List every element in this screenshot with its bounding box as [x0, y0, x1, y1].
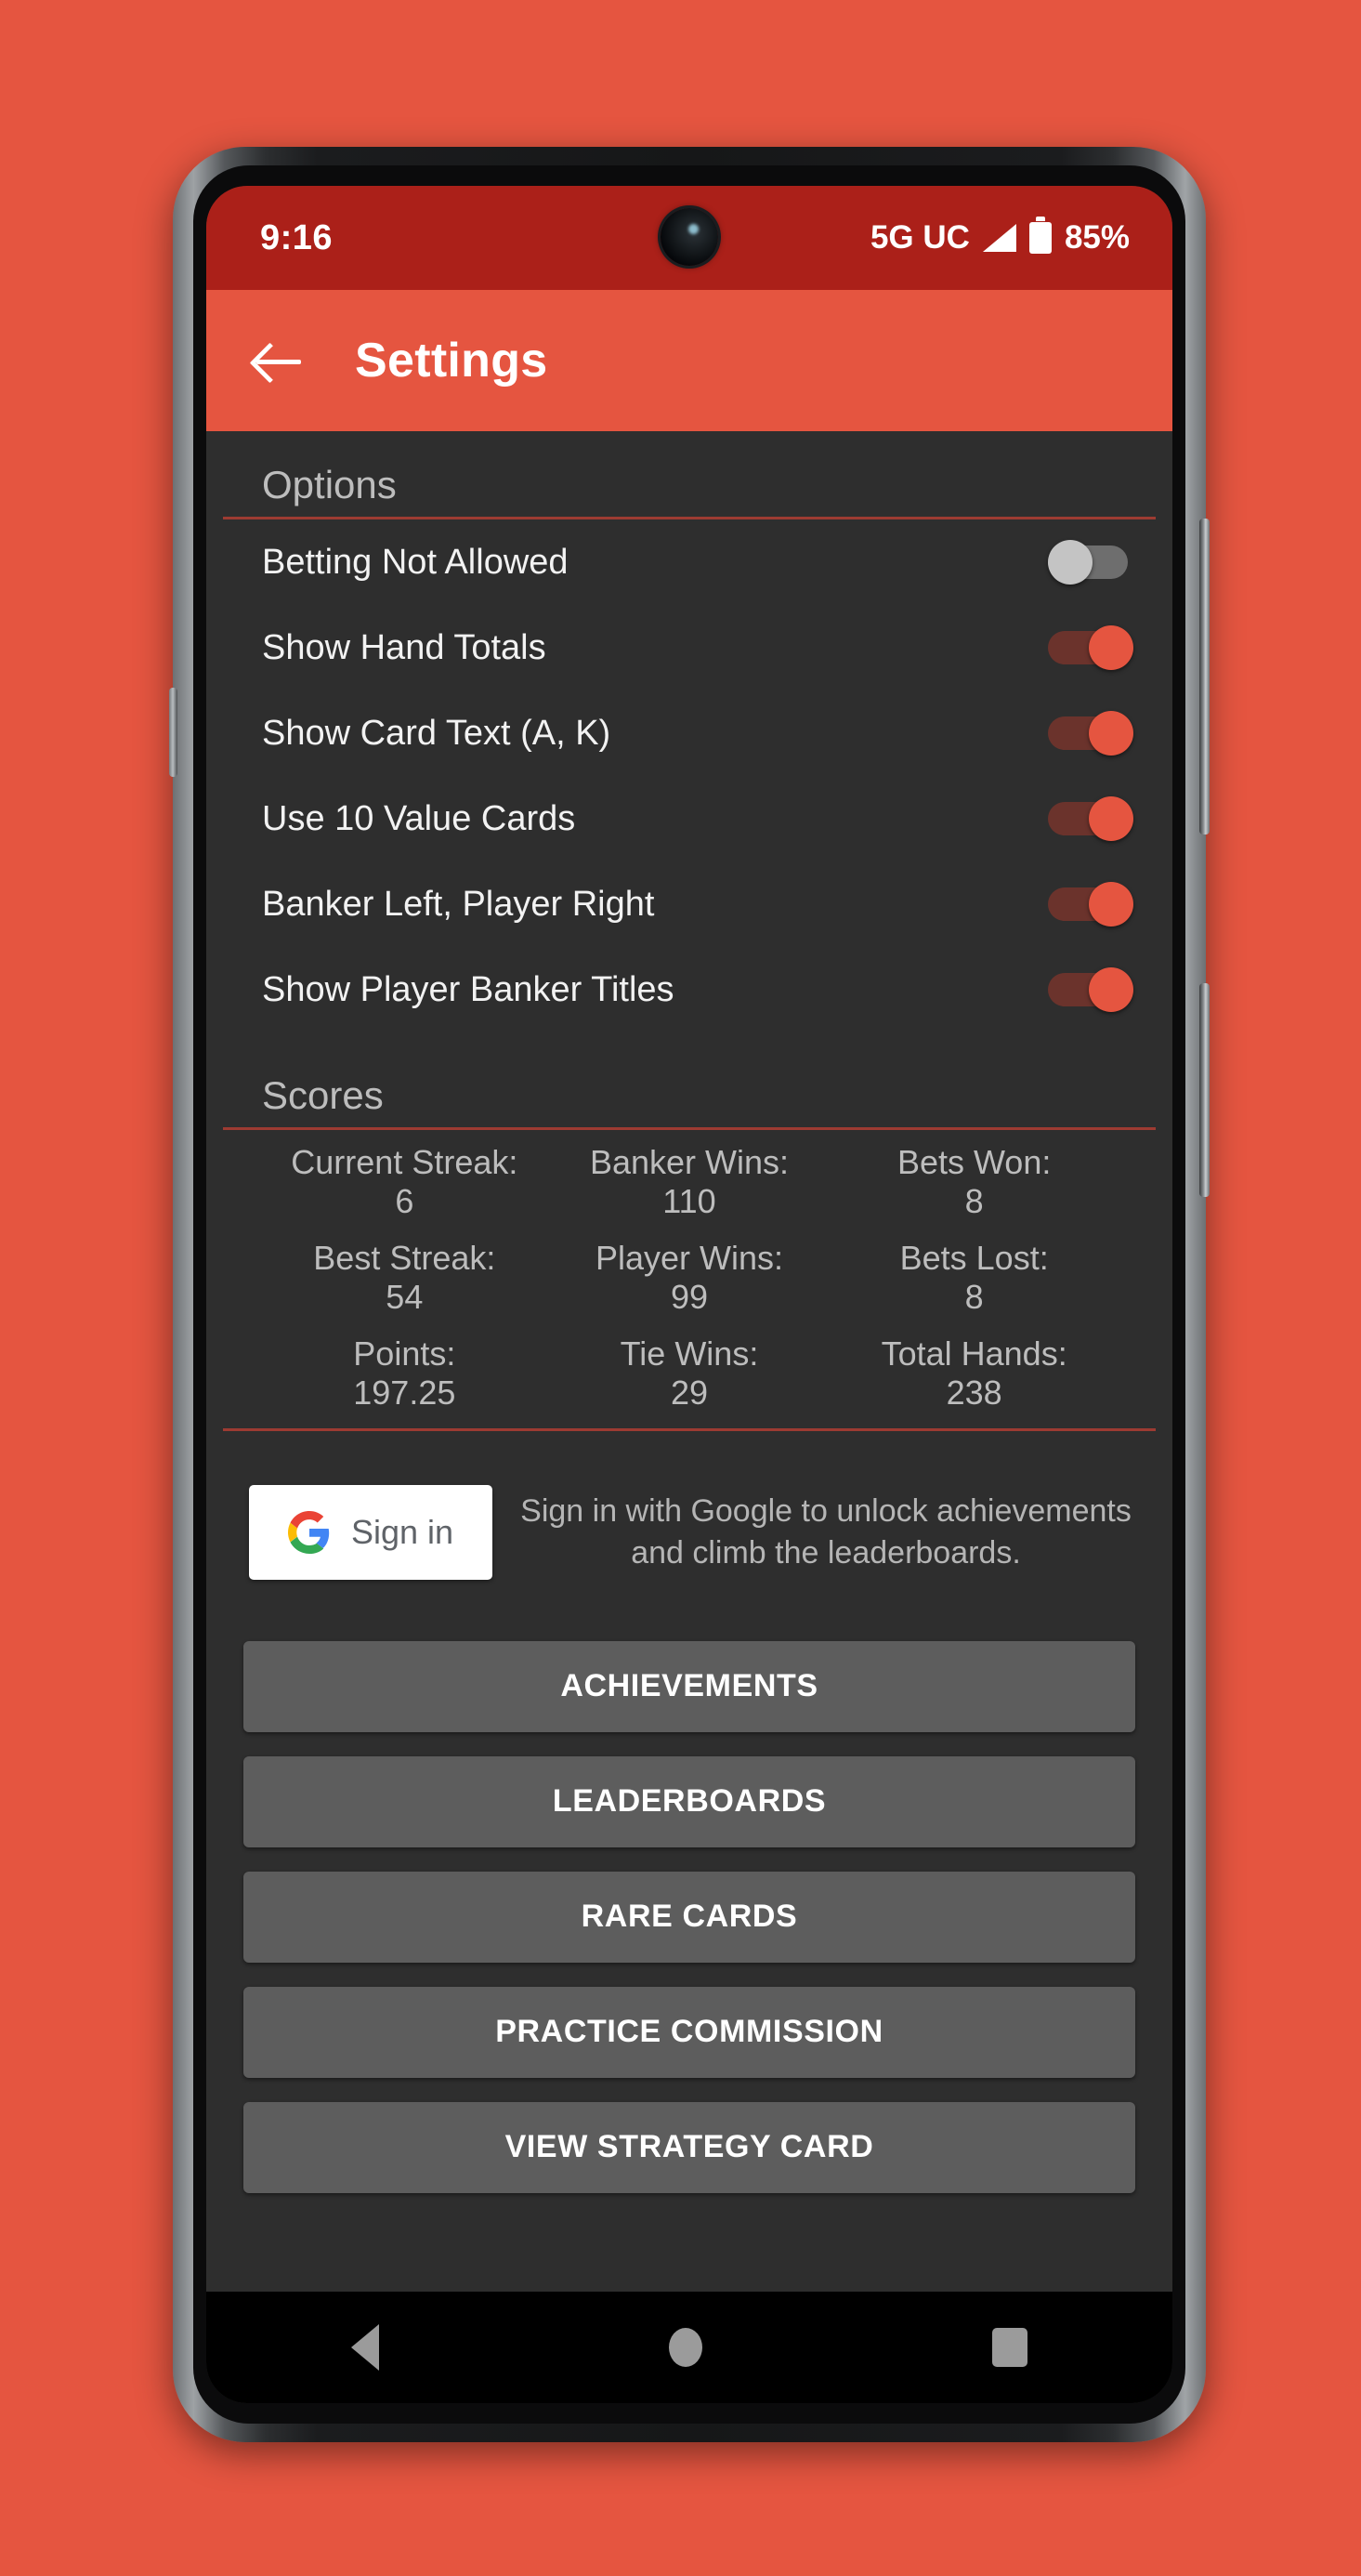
toggle-thumb	[1089, 796, 1133, 841]
score-value: 54	[386, 1278, 424, 1317]
toggle-banker-left-player-right[interactable]	[1048, 882, 1133, 927]
score-cell-bets-won: Bets Won: 8	[831, 1143, 1117, 1222]
signal-triangle-icon	[982, 224, 1016, 252]
google-g-icon	[287, 1510, 331, 1554]
option-label: Banker Left, Player Right	[262, 884, 655, 924]
score-value: 99	[670, 1278, 709, 1317]
option-row-show-card-text[interactable]: Show Card Text (A, K)	[223, 690, 1156, 776]
score-value: 8	[964, 1182, 984, 1221]
google-signin-block: Sign in Sign in with Google to unlock ac…	[206, 1431, 1172, 1580]
option-label: Betting Not Allowed	[262, 542, 569, 582]
option-row-show-player-banker-titles[interactable]: Show Player Banker Titles	[223, 947, 1156, 1032]
options-list: Betting Not Allowed Show Hand Totals Sho…	[206, 519, 1172, 1032]
score-cell-banker-wins: Banker Wins: 110	[547, 1143, 832, 1222]
view-strategy-card-button[interactable]: VIEW STRATEGY CARD	[243, 2101, 1135, 2193]
score-value: 8	[964, 1278, 984, 1317]
power-button[interactable]	[1199, 983, 1210, 1197]
page-title: Settings	[355, 334, 548, 388]
rare-cards-button[interactable]: RARE CARDS	[243, 1871, 1135, 1963]
volume-rocker-button[interactable]	[1199, 519, 1210, 835]
google-signin-button[interactable]: Sign in	[249, 1484, 492, 1580]
nav-home-icon[interactable]	[669, 2328, 702, 2367]
toggle-thumb	[1089, 967, 1133, 1012]
option-label: Show Player Banker Titles	[262, 969, 674, 1009]
status-bar: 9:16 5G UC 85%	[206, 186, 1172, 290]
score-label: Banker Wins:	[589, 1143, 790, 1181]
practice-commission-button[interactable]: PRACTICE COMMISSION	[243, 1986, 1135, 2078]
android-nav-bar	[206, 2292, 1172, 2403]
battery-icon	[1028, 217, 1052, 254]
phone-frame: 9:16 5G UC 85% Settings Options Betting …	[169, 147, 1210, 2442]
leaderboards-button[interactable]: LEADERBOARDS	[243, 1755, 1135, 1847]
score-label: Bets Lost:	[899, 1238, 1049, 1277]
toggle-thumb	[1089, 882, 1133, 927]
signin-description: Sign in with Google to unlock achievemen…	[520, 1492, 1132, 1571]
scores-grid: Current Streak: 6 Banker Wins: 110 Bets …	[223, 1130, 1156, 1431]
options-section-header: Options	[223, 431, 1156, 519]
back-arrow-icon[interactable]	[251, 333, 307, 388]
score-label: Total Hands:	[881, 1334, 1067, 1373]
score-cell-tie-wins: Tie Wins: 29	[547, 1334, 832, 1413]
score-label: Points:	[353, 1334, 456, 1373]
toggle-thumb	[1048, 540, 1093, 585]
score-label: Tie Wins:	[620, 1334, 759, 1373]
nav-back-icon[interactable]	[351, 2324, 379, 2371]
front-camera-punch-hole	[661, 208, 718, 266]
toggle-thumb	[1089, 711, 1133, 756]
phone-bezel: 9:16 5G UC 85% Settings Options Betting …	[193, 165, 1185, 2424]
option-label: Show Card Text (A, K)	[262, 713, 611, 753]
option-label: Show Hand Totals	[262, 627, 546, 667]
score-label: Player Wins:	[595, 1238, 784, 1277]
scores-section-header: Scores	[223, 1042, 1156, 1130]
settings-content: Options Betting Not Allowed Show Hand To…	[206, 431, 1172, 2193]
score-cell-points: Points: 197.25	[262, 1334, 547, 1413]
achievements-button[interactable]: ACHIEVEMENTS	[243, 1640, 1135, 1732]
option-label: Use 10 Value Cards	[262, 798, 576, 838]
toggle-show-player-banker-titles[interactable]	[1048, 967, 1133, 1012]
score-label: Bets Won:	[896, 1143, 1052, 1181]
toggle-thumb	[1089, 625, 1133, 670]
phone-screen: 9:16 5G UC 85% Settings Options Betting …	[206, 186, 1172, 2403]
score-cell-total-hands: Total Hands: 238	[831, 1334, 1117, 1413]
google-signin-label: Sign in	[350, 1512, 454, 1551]
nav-recents-icon[interactable]	[992, 2328, 1027, 2367]
score-cell-bets-lost: Bets Lost: 8	[831, 1239, 1117, 1318]
status-indicators: 5G UC 85%	[870, 217, 1130, 256]
app-bar: Settings	[206, 290, 1172, 431]
battery-percent-label: 85%	[1064, 219, 1130, 256]
score-label: Best Streak:	[313, 1238, 496, 1277]
toggle-betting-not-allowed[interactable]	[1048, 540, 1133, 585]
toggle-show-hand-totals[interactable]	[1048, 625, 1133, 670]
toggle-use-10-value-cards[interactable]	[1048, 796, 1133, 841]
left-side-button[interactable]	[169, 688, 177, 777]
option-row-banker-left-player-right[interactable]: Banker Left, Player Right	[223, 861, 1156, 947]
status-time: 9:16	[260, 217, 334, 257]
score-cell-best-streak: Best Streak: 54	[262, 1239, 547, 1318]
score-label: Current Streak:	[291, 1143, 518, 1181]
action-buttons-list: ACHIEVEMENTS LEADERBOARDS RARE CARDS PRA…	[206, 1580, 1172, 2193]
option-row-betting-not-allowed[interactable]: Betting Not Allowed	[223, 519, 1156, 605]
option-row-use-10-value-cards[interactable]: Use 10 Value Cards	[223, 776, 1156, 861]
score-value: 110	[662, 1182, 716, 1221]
score-value: 29	[670, 1373, 709, 1413]
toggle-show-card-text[interactable]	[1048, 711, 1133, 756]
option-row-show-hand-totals[interactable]: Show Hand Totals	[223, 605, 1156, 690]
score-cell-current-streak: Current Streak: 6	[262, 1143, 547, 1222]
score-cell-player-wins: Player Wins: 99	[547, 1239, 832, 1318]
score-value: 6	[395, 1182, 414, 1221]
score-value: 197.25	[353, 1373, 456, 1413]
score-value: 238	[946, 1373, 1002, 1413]
network-label: 5G UC	[870, 219, 970, 256]
